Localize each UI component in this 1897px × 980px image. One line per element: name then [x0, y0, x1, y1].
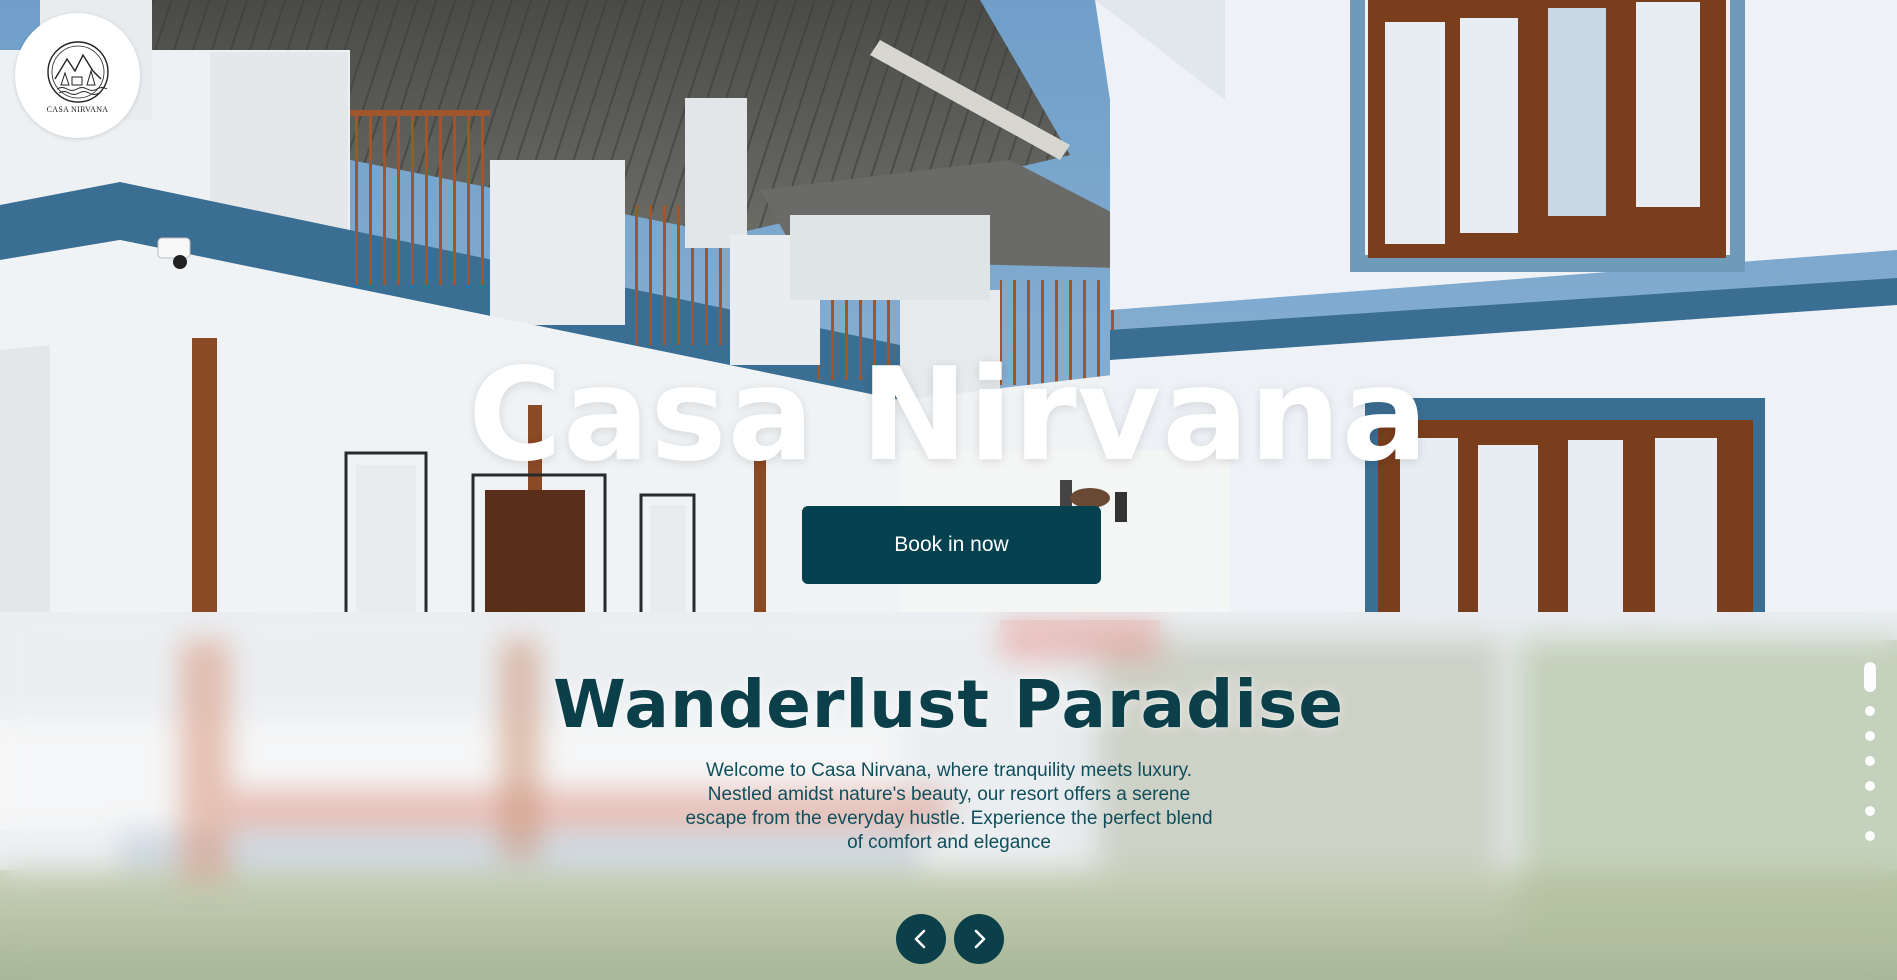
casa-nirvana-logo[interactable]: CASA NIRVANA: [15, 13, 140, 138]
slide-description: Welcome to Casa Nirvana, where tranquili…: [648, 759, 1250, 855]
hero-title: Casa Nirvana: [468, 341, 1429, 490]
slide-title: Wanderlust Paradise: [552, 666, 1345, 743]
slide-description-line: Welcome to Casa Nirvana, where tranquili…: [705, 760, 1193, 781]
pagination-dot[interactable]: [1865, 756, 1875, 766]
pagination-dot[interactable]: [1865, 706, 1875, 716]
book-now-button[interactable]: Book in now: [802, 506, 1101, 584]
pagination-dot[interactable]: [1865, 831, 1875, 841]
pagination-dot-active[interactable]: [1864, 662, 1876, 692]
slide-pagination: [1862, 662, 1878, 856]
logo-text: CASA NIRVANA: [46, 105, 109, 114]
slide-description-line: of comfort and elegance: [847, 832, 1051, 853]
previous-slide-button[interactable]: [896, 914, 946, 964]
mountain-tree-emblem-icon: [46, 41, 109, 103]
chevron-left-icon: [914, 929, 926, 949]
pagination-dot[interactable]: [1865, 806, 1875, 816]
pagination-dot[interactable]: [1865, 781, 1875, 791]
pagination-dot[interactable]: [1865, 731, 1875, 741]
next-slide-button[interactable]: [954, 914, 1004, 964]
slide-description-line: escape from the everyday hustle. Experie…: [685, 808, 1213, 829]
chevron-right-icon: [974, 929, 986, 949]
slide-description-line: Nestled amidst nature's beauty, our reso…: [707, 784, 1191, 805]
